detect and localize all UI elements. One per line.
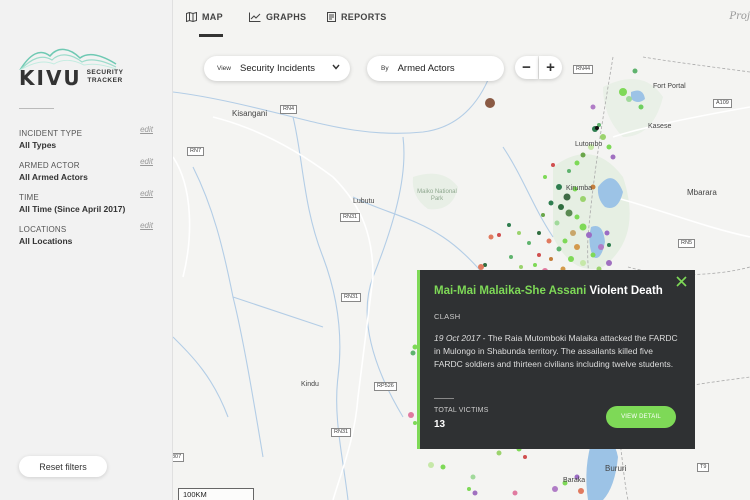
park-label: Maiko National Park [417, 189, 457, 202]
popup-actor: Mai-Mai Malaika-She Assani [434, 285, 587, 297]
edit-time-link[interactable]: edit [140, 189, 153, 198]
nav-map[interactable]: MAP [186, 12, 223, 22]
filter-label: INCIDENT TYPE [19, 129, 83, 138]
edit-incident-type-link[interactable]: edit [140, 125, 153, 134]
road-label: RN31 [341, 293, 362, 302]
filter-time: TIME All Time (Since April 2017) edit [19, 189, 159, 214]
logo-subtitle: SECURITY TRACKER [86, 69, 124, 84]
place-label: Fort Portal [653, 83, 686, 90]
road-label: T9 [697, 463, 710, 472]
top-nav: MAP GRAPHS REPORTS Proj [173, 0, 750, 37]
reports-icon [327, 12, 336, 22]
filter-value: All Locations [19, 236, 73, 246]
reset-filters-button[interactable]: Reset filters [19, 456, 107, 477]
road-label: RN4 [280, 105, 298, 114]
logo-title: KIVU [19, 66, 82, 90]
place-label: Kindu [301, 381, 319, 388]
nav-graphs[interactable]: GRAPHS [249, 12, 306, 22]
view-dropdown[interactable]: View Security Incidents [204, 56, 350, 81]
by-dropdown[interactable]: By Armed Actors [367, 56, 504, 81]
road-label: RN44 [573, 65, 594, 74]
popup-date: 19 Oct 2017 [434, 333, 481, 343]
logo: KIVU SECURITY TRACKER [18, 44, 138, 94]
road-label: 807 [173, 453, 185, 462]
place-label: Bururi [605, 464, 627, 473]
road-label: RP526 [374, 382, 397, 391]
road-label: RN7 [187, 147, 205, 156]
popup-category: CLASH [434, 312, 461, 321]
close-icon[interactable] [676, 276, 687, 287]
incident-popup: Mai-Mai Malaika-She Assani Violent Death… [417, 270, 695, 449]
filter-label: ARMED ACTOR [19, 161, 80, 170]
map-icon [186, 12, 197, 22]
chevron-down-icon [332, 64, 340, 70]
filter-locations: LOCATIONS All Locations edit [19, 221, 159, 246]
map-canvas[interactable]: Kisangani Lubutu Kindu Fort Portal Kases… [173, 37, 750, 500]
edit-locations-link[interactable]: edit [140, 221, 153, 230]
place-label: Kisangani [232, 109, 268, 118]
victims-value: 13 [434, 419, 446, 430]
place-label: Kasese [648, 123, 672, 130]
victims-label: TOTAL VICTIMS [434, 407, 489, 414]
filter-value: All Time (Since April 2017) [19, 204, 126, 214]
road-label: RN31 [340, 213, 361, 222]
view-prefix: View [217, 65, 231, 72]
by-prefix: By [381, 65, 389, 72]
road-label: A109 [713, 99, 732, 108]
map-scale: 100KM [178, 488, 254, 500]
popup-title: Mai-Mai Malaika-She Assani Violent Death [434, 285, 674, 298]
sidebar: KIVU SECURITY TRACKER INCIDENT TYPE All … [0, 0, 173, 500]
nav-projects-link[interactable]: Proj [729, 11, 750, 22]
edit-armed-actor-link[interactable]: edit [140, 157, 153, 166]
filter-armed-actor: ARMED ACTOR All Armed Actors edit [19, 157, 159, 182]
view-value: Security Incidents [239, 63, 315, 74]
filter-incident-type: INCIDENT TYPE All Types edit [19, 125, 159, 150]
place-label: Kirumba [566, 185, 593, 192]
filter-label: LOCATIONS [19, 225, 67, 234]
zoom-out-button[interactable]: − [515, 56, 538, 79]
nav-graphs-label: GRAPHS [266, 12, 307, 22]
popup-description: 19 Oct 2017 - The Raia Mutomboki Malaika… [434, 332, 684, 371]
zoom-in-button[interactable]: + [539, 56, 562, 79]
place-label: Mbarara [687, 188, 717, 197]
nav-map-label: MAP [202, 12, 223, 22]
nav-reports[interactable]: REPORTS [327, 12, 387, 22]
by-value: Armed Actors [397, 63, 455, 74]
road-label: RN5 [678, 239, 696, 248]
place-label: Lubutu [353, 198, 375, 205]
popup-incident-type: Violent Death [589, 285, 663, 297]
nav-reports-label: REPORTS [341, 12, 387, 22]
place-label: Lutombo [575, 141, 603, 148]
filter-value: All Types [19, 140, 57, 150]
place-label: Baraka [563, 477, 586, 484]
filter-label: TIME [19, 193, 39, 202]
road-label: RN31 [331, 428, 352, 437]
filter-value: All Armed Actors [19, 172, 88, 182]
view-detail-button[interactable]: VIEW DETAIL [606, 406, 676, 428]
graph-icon [249, 12, 261, 22]
popup-divider [434, 398, 454, 399]
logo-divider [19, 108, 54, 109]
